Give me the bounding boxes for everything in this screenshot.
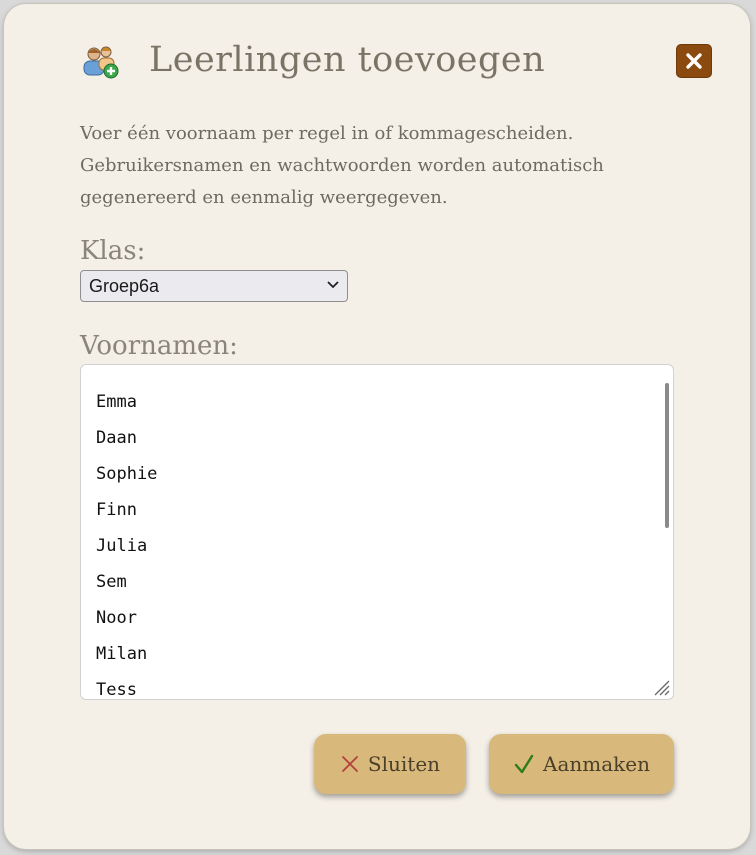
chevron-down-icon	[327, 281, 339, 289]
close-dialog-button[interactable]	[676, 44, 712, 78]
intro-text: Voer één voornaam per regel in of kommag…	[80, 123, 604, 208]
name-line: Finn	[96, 500, 137, 520]
names-textarea[interactable]: Emma Daan Sophie Finn Julia Sem Noor Mil…	[80, 364, 674, 700]
create-button-label: Aanmaken	[543, 752, 650, 776]
name-line: Sem	[96, 572, 127, 592]
add-students-dialog: Leerlingen toevoegen Voer één voornaam p…	[4, 4, 750, 849]
names-label: Voornamen:	[80, 331, 238, 361]
close-button[interactable]: Sluiten	[314, 734, 466, 794]
close-icon	[686, 53, 702, 69]
textarea-scrollbar[interactable]	[665, 383, 669, 528]
resize-grip-icon[interactable]	[651, 677, 671, 697]
checkmark-icon	[514, 754, 534, 774]
name-line: Daan	[96, 428, 137, 448]
create-button[interactable]: Aanmaken	[489, 734, 674, 794]
add-users-icon	[81, 44, 121, 82]
close-button-label: Sluiten	[367, 752, 441, 776]
name-line: Sophie	[96, 464, 158, 484]
name-line: Emma	[96, 392, 137, 412]
class-label: Klas:	[80, 236, 146, 266]
class-select[interactable]: Groep6a	[80, 270, 348, 302]
class-select-value: Groep6a	[89, 276, 160, 296]
names-list: Emma Daan Sophie Finn Julia Sem Noor Mil…	[96, 384, 158, 700]
name-line: Milan	[96, 644, 148, 664]
dialog-title: Leerlingen toevoegen	[149, 40, 546, 80]
name-line: Tess	[96, 680, 137, 700]
name-line: Julia	[96, 536, 148, 556]
cross-icon	[342, 756, 358, 772]
name-line: Noor	[96, 608, 137, 628]
